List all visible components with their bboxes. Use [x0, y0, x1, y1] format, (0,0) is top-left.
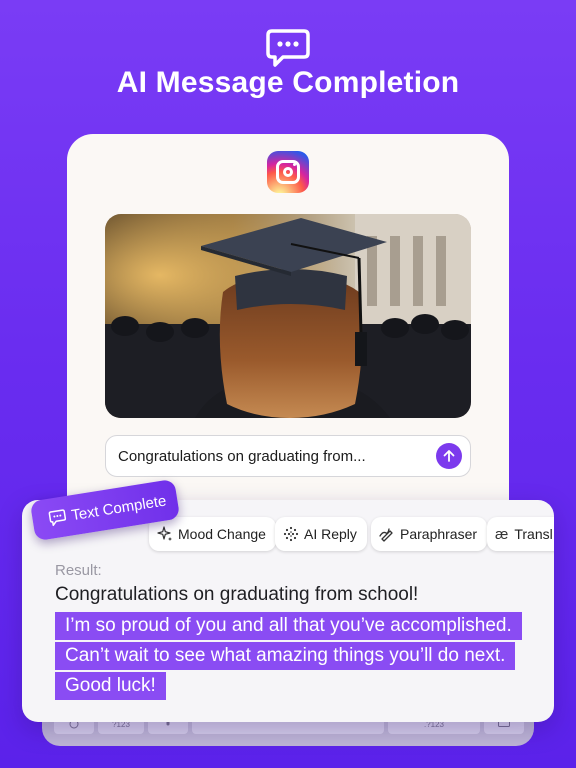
- paraphraser-chip[interactable]: Paraphraser: [371, 517, 488, 551]
- arrow-up-icon: [443, 450, 455, 462]
- chip-label: AI Reply: [304, 526, 357, 542]
- highlighted-line[interactable]: Can’t wait to see what amazing things yo…: [55, 642, 516, 670]
- chip-label: Mood Change: [178, 526, 266, 542]
- message-input-text: Congratulations on graduating from...: [118, 447, 366, 465]
- hero-title: AI Message Completion: [116, 66, 460, 99]
- chat-bubble-dots-icon: [266, 28, 310, 68]
- dot-grid-icon: [283, 526, 299, 542]
- pen-scribble-icon: [379, 528, 393, 542]
- translate-chip[interactable]: æ Transl: [487, 517, 554, 551]
- chat-bubble-dots-icon: [48, 508, 67, 526]
- tool-chips: Mood Change AI Reply Paraphraser æ Trans…: [149, 517, 554, 551]
- chip-label: Transl: [514, 526, 553, 542]
- ai-reply-chip[interactable]: AI Reply: [275, 517, 367, 551]
- ae-glyph-icon: æ: [495, 525, 509, 543]
- mood-change-chip[interactable]: Mood Change: [149, 517, 276, 551]
- instagram-logo-icon: [267, 151, 309, 193]
- result-panel: Mood Change AI Reply Paraphraser æ Trans…: [22, 500, 554, 722]
- result-first-line: Congratulations on graduating from schoo…: [55, 584, 419, 605]
- send-button[interactable]: [436, 443, 462, 469]
- badge-label: Text Complete: [70, 491, 168, 524]
- highlighted-line[interactable]: Good luck!: [55, 672, 166, 700]
- sparkle-icon: [157, 526, 172, 541]
- graduation-photo: [105, 214, 471, 418]
- highlighted-line[interactable]: I’m so proud of you and all that you’ve …: [55, 612, 522, 640]
- message-input[interactable]: Congratulations on graduating from...: [105, 435, 471, 477]
- result-label: Result:: [55, 562, 102, 579]
- chip-label: Paraphraser: [400, 526, 478, 542]
